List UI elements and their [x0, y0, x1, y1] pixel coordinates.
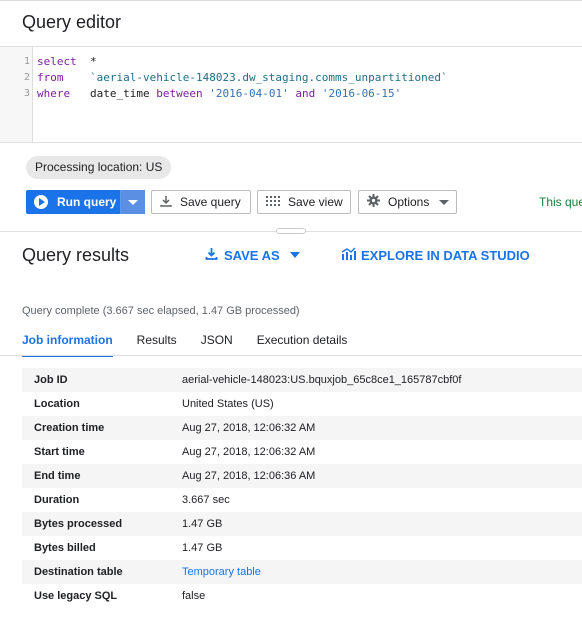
top-border — [0, 0, 582, 1]
code-line: select * — [37, 55, 97, 68]
explore-label: EXPLORE IN DATA STUDIO — [361, 247, 530, 263]
row-value: 3.667 sec — [182, 494, 230, 506]
row-value: false — [182, 590, 206, 602]
sql-table-name: `aerial-vehicle-148023.dw_staging.comms_… — [90, 71, 448, 84]
chevron-down-icon — [439, 199, 450, 205]
row-key: Creation time — [34, 422, 105, 434]
table-row: Creation time Aug 27, 2018, 12:06:32 AM — [22, 416, 582, 440]
tab-execution-details[interactable]: Execution details — [257, 333, 348, 357]
processing-location-chip[interactable]: Processing location: US — [26, 156, 172, 179]
tab-json[interactable]: JSON — [201, 333, 233, 357]
row-value: Aug 27, 2018, 12:06:32 AM — [182, 446, 316, 458]
row-key: End time — [34, 470, 81, 482]
chart-icon — [341, 247, 356, 263]
sql-token: * — [90, 55, 97, 68]
run-query-dropdown[interactable] — [121, 190, 145, 214]
resize-handle[interactable] — [276, 228, 306, 234]
line-number: 3 — [23, 88, 30, 99]
divider — [0, 355, 582, 356]
chevron-down-icon — [289, 252, 300, 258]
row-key: Destination table — [34, 566, 123, 578]
code-line: where date_time between '2016-04-01' and… — [37, 87, 401, 100]
row-key: Start time — [34, 446, 85, 458]
table-row: Job ID aerial-vehicle-148023:US.bquxjob_6… — [22, 368, 582, 392]
sql-keyword: where — [37, 87, 71, 100]
line-gutter: 1 2 3 — [0, 47, 33, 142]
tab-job-information[interactable]: Job information — [22, 333, 113, 357]
results-tabs: Job information Results JSON Execution d… — [22, 333, 371, 357]
table-row: Bytes billed 1.47 GB — [22, 536, 582, 560]
row-value: United States (US) — [182, 398, 274, 410]
row-value: 1.47 GB — [182, 542, 223, 554]
row-value: 1.47 GB — [182, 518, 223, 530]
row-key: Use legacy SQL — [34, 590, 118, 602]
sql-editor[interactable]: 1 2 3 select * from `aerial-vehicle-1480… — [0, 47, 582, 143]
row-value: aerial-vehicle-148023:US.bquxjob_65c8ce1… — [182, 374, 462, 386]
grid-icon — [266, 195, 280, 210]
row-key: Bytes processed — [34, 518, 123, 530]
temporary-table-link[interactable]: Temporary table — [182, 566, 261, 578]
run-query-button-group: Run query — [26, 190, 145, 214]
row-value: Aug 27, 2018, 12:06:32 AM — [182, 422, 316, 434]
chevron-down-icon — [128, 199, 138, 205]
sql-column: date_time — [90, 87, 150, 100]
table-row: Destination table Temporary table — [22, 560, 582, 584]
explore-data-studio-button[interactable]: EXPLORE IN DATA STUDIO — [341, 247, 530, 263]
sql-keyword: and — [295, 87, 316, 100]
query-complete-status: Query complete (3.667 sec elapsed, 1.47 … — [22, 305, 300, 317]
download-icon — [205, 247, 218, 263]
table-row: Use legacy SQL false — [22, 584, 582, 608]
row-key: Bytes billed — [34, 542, 96, 554]
line-number: 2 — [23, 72, 30, 83]
save-query-button[interactable]: Save query — [151, 190, 251, 214]
play-icon — [34, 195, 48, 209]
line-number: 1 — [23, 56, 30, 67]
save-view-label: Save view — [288, 195, 343, 209]
options-button[interactable]: Options — [358, 190, 457, 214]
row-key: Location — [34, 398, 80, 410]
sql-keyword: from — [37, 71, 64, 84]
results-title: Query results — [22, 245, 130, 265]
table-row: Duration 3.667 sec — [22, 488, 582, 512]
table-row: Bytes processed 1.47 GB — [22, 512, 582, 536]
save-as-label: SAVE AS — [224, 247, 280, 263]
query-status-text: This query — [539, 195, 582, 209]
run-query-label: Run query — [57, 195, 117, 209]
download-icon — [160, 195, 172, 210]
save-view-button[interactable]: Save view — [257, 190, 351, 214]
save-query-label: Save query — [180, 195, 241, 209]
row-key: Duration — [34, 494, 80, 506]
tab-results[interactable]: Results — [137, 333, 177, 357]
table-row: Start time Aug 27, 2018, 12:06:32 AM — [22, 440, 582, 464]
sql-string: '2016-06-15' — [321, 87, 402, 100]
table-row: End time Aug 27, 2018, 12:06:36 AM — [22, 464, 582, 488]
row-key: Job ID — [34, 374, 68, 386]
gear-icon — [367, 194, 380, 210]
save-as-button[interactable]: SAVE AS — [205, 247, 300, 263]
code-line: from `aerial-vehicle-148023.dw_staging.c… — [37, 71, 448, 84]
editor-title: Query editor — [22, 12, 122, 32]
run-query-button[interactable]: Run query — [26, 190, 121, 214]
options-label: Options — [388, 195, 430, 209]
job-info-table: Job ID aerial-vehicle-148023:US.bquxjob_6… — [22, 368, 582, 608]
table-row: Location United States (US) — [22, 392, 582, 416]
sql-keyword: between — [156, 87, 203, 100]
sql-string: '2016-04-01' — [209, 87, 289, 100]
sql-keyword: select — [37, 55, 77, 68]
row-value: Aug 27, 2018, 12:06:36 AM — [182, 470, 316, 482]
